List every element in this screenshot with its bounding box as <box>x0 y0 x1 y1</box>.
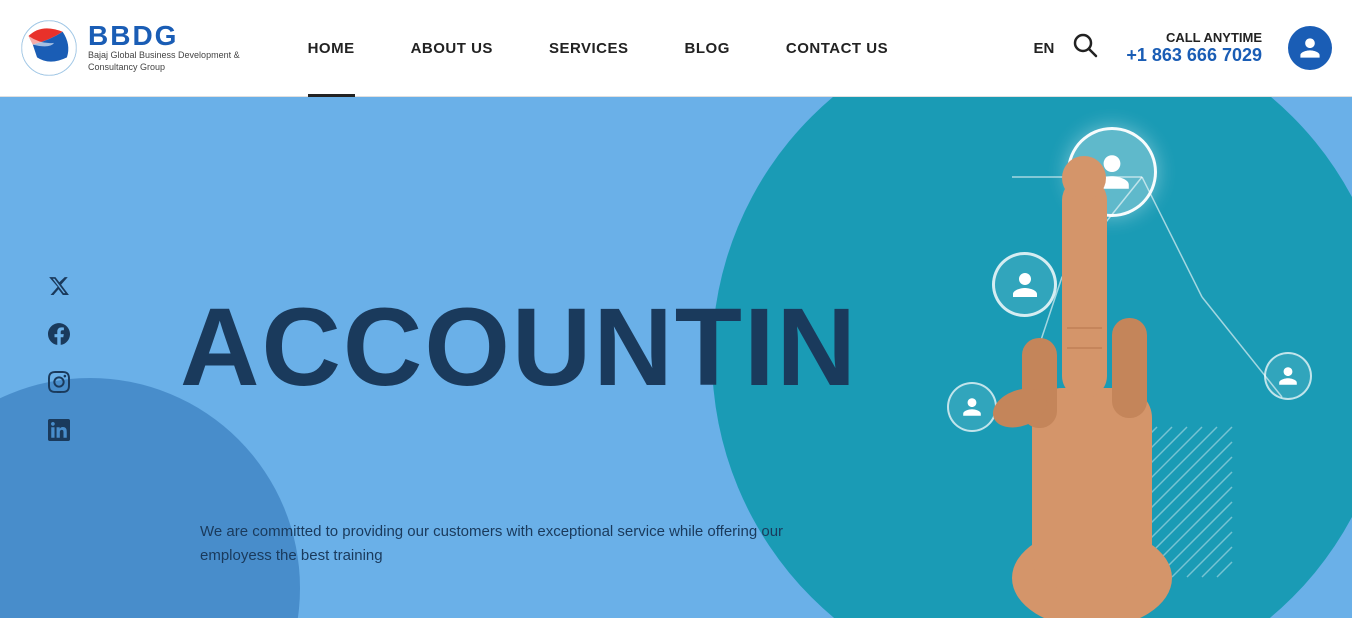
user-account-button[interactable] <box>1288 26 1332 70</box>
logo-globe-icon <box>20 19 78 77</box>
hero-title: ACCOUNTIN <box>180 293 1352 403</box>
logo-subtitle: Bajaj Global Business Development & Cons… <box>88 50 240 73</box>
language-selector[interactable]: EN <box>1034 40 1055 57</box>
logo-company-code: BBDG <box>88 22 240 50</box>
main-nav: HOME ABOUT US SERVICES BLOG CONTACT US <box>280 0 1034 97</box>
nav-about[interactable]: ABOUT US <box>383 0 521 97</box>
call-anytime-label: CALL ANYTIME <box>1126 30 1262 45</box>
logo-text: BBDG Bajaj Global Business Development &… <box>88 22 240 73</box>
logo[interactable]: BBDG Bajaj Global Business Development &… <box>20 19 240 77</box>
nav-contact[interactable]: CONTACT US <box>758 0 916 97</box>
hero-section: ACCOUNTIN We are committed to providing … <box>0 97 1352 618</box>
nav-services[interactable]: SERVICES <box>521 0 657 97</box>
site-header: BBDG Bajaj Global Business Development &… <box>0 0 1352 97</box>
nav-home[interactable]: HOME <box>280 0 383 97</box>
call-number: +1 863 666 7029 <box>1126 45 1262 66</box>
header-right: EN CALL ANYTIME +1 863 666 7029 <box>1034 26 1332 70</box>
user-icon <box>1298 36 1322 60</box>
search-icon[interactable] <box>1072 32 1098 64</box>
nav-blog[interactable]: BLOG <box>657 0 758 97</box>
hero-description: We are committed to providing our custom… <box>200 520 820 568</box>
call-info: CALL ANYTIME +1 863 666 7029 <box>1126 30 1262 66</box>
